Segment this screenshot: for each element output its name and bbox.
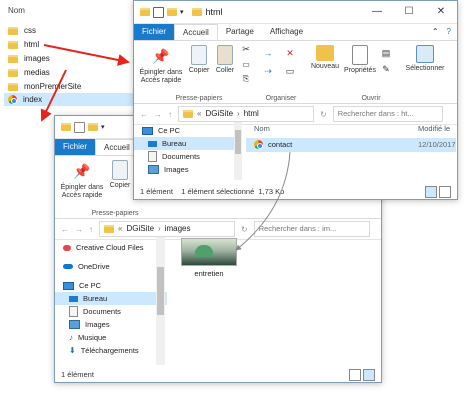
arrow-html-to-window [43, 44, 130, 66]
annotation-arrows [40, 44, 291, 251]
arrow-images-to-window [40, 69, 67, 122]
arrow-contact-to-entretien [235, 151, 291, 251]
